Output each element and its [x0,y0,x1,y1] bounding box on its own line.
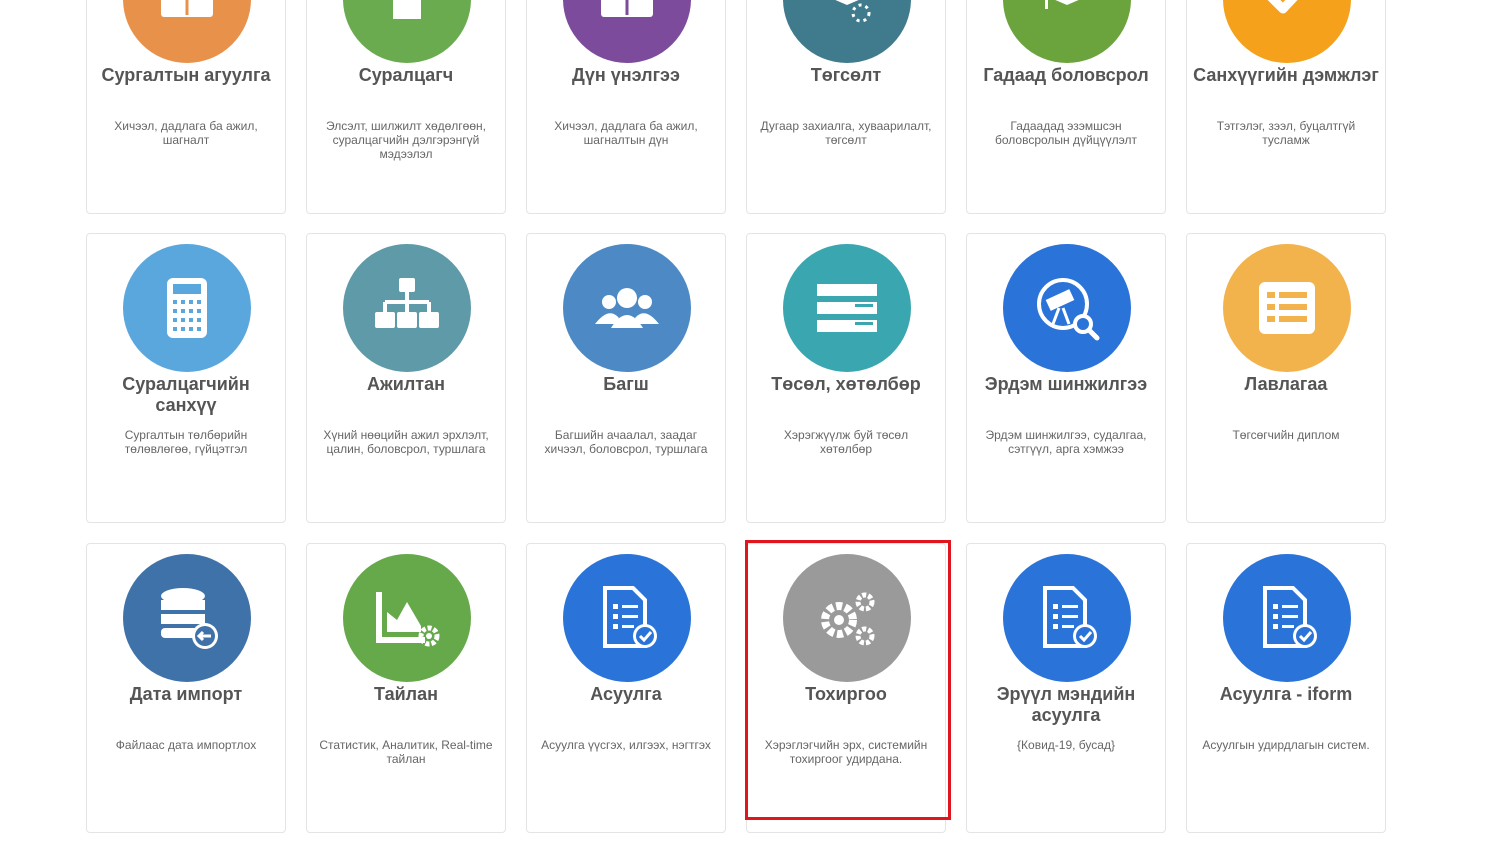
module-title: Эрүүл мэндийн асуулга [996,684,1136,725]
grade-book-icon [563,0,691,63]
module-title: Ажилтан [367,374,445,394]
module-title: Төгсөлт [810,65,882,85]
module-title: Санхүүгийн дэмжлэг [1193,65,1379,85]
module-tile[interactable]: Эрүүл мэндийн асуулга {Ковид-19, бусад} [966,543,1166,833]
survey-check-icon [563,554,691,682]
module-tile[interactable]: Тохиргоо Хэрэглэгчийн эрх, системийн тохи… [746,543,946,833]
org-chart-icon [343,244,471,372]
chart-gear-icon [343,554,471,682]
module-description: Багшийн ачаалал, заадаг хичээл, боловсро… [544,428,708,456]
module-tile[interactable]: Төгсөлт Дугаар захиалга, хуваарилалт, төг… [746,0,946,214]
module-title: Суралцагчийн санхүү [122,374,250,415]
module-title: Тайлан [374,684,438,704]
gears-icon [783,554,911,682]
list-bars-icon [783,244,911,372]
module-description: Асуулга үүсгэх, илгээх, нэгтгэх [541,738,711,752]
graduation-icon [783,0,911,63]
module-tile[interactable]: Санхүүгийн дэмжлэг Тэтгэлэг, зээл, буцалт… [1186,0,1386,214]
module-grid: Сургалтын агуулга Хичээл, дадлага ба ажил… [0,0,1498,847]
module-description: Гадаадад эзэмшсэн боловсролын дүйцүүлэлт [995,119,1137,147]
globe-graduation-icon [1003,0,1131,63]
module-description: Тэтгэлэг, зээл, буцалтгүй тусламж [1216,119,1356,147]
module-tile[interactable]: Дүн үнэлгээ Хичээл, дадлага ба ажил, шагн… [526,0,726,214]
module-title: Сургалтын агуулга [101,65,271,85]
module-title: Тохиргоо [805,684,887,704]
module-description: Асуулгын удирдлагын систем. [1202,738,1370,752]
module-description: Хэрэгжүүлж буй төсөл хөтөлбөр [783,428,909,456]
student-icon [343,0,471,63]
users-icon [563,244,691,372]
module-title: Багш [603,374,649,394]
module-tile[interactable]: Гадаад боловсрол Гадаадад эзэмшсэн боловс… [966,0,1166,214]
module-description: Файлаас дата импортлох [115,738,257,752]
module-title: Суралцагч [358,65,454,85]
module-title: Эрдэм шинжилгээ [984,374,1148,394]
calculator-icon [123,244,251,372]
module-tile[interactable]: Сургалтын агуулга Хичээл, дадлага ба ажил… [86,0,286,214]
module-description: Эрдэм шинжилгээ, судалгаа, сэтгүүл, арга… [985,428,1147,456]
module-description: Сургалтын төлбөрийн төлөвлөгөө, гүйцэтгэ… [124,428,248,456]
module-tile[interactable]: Эрдэм шинжилгээ Эрдэм шинжилгээ, судалгаа… [966,233,1166,523]
module-description: Дугаар захиалга, хуваарилалт, төгсөлт [760,119,932,147]
module-tile[interactable]: Лавлагаа Төгсөгчийн диплом [1186,233,1386,523]
module-title: Лавлагаа [1244,374,1328,394]
module-tile[interactable]: Төсөл, хөтөлбөр Хэрэгжүүлж буй төсөл хөтө… [746,233,946,523]
module-description: {Ковид-19, бусад} [1017,738,1115,752]
module-tile[interactable]: Суралцагчийн санхүү Сургалтын төлбөрийн т… [86,233,286,523]
module-tile[interactable]: Асуулга Асуулга үүсгэх, илгээх, нэгтгэх [526,543,726,833]
module-description: Статистик, Аналитик, Real-time тайлан [319,738,493,766]
module-title: Асуулга [590,684,662,704]
module-tile[interactable]: Асуулга - iform Асуулгын удирдлагын систе… [1186,543,1386,833]
module-title: Дүн үнэлгээ [572,65,680,85]
telescope-search-icon [1003,244,1131,372]
module-title: Төсөл, хөтөлбөр [771,374,921,394]
module-description: Хичээл, дадлага ба ажил, шагналтын дүн [554,119,698,147]
module-description: Хэрэглэгчийн эрх, системийн тохиргоог уд… [764,738,928,766]
document-list-icon [1223,244,1351,372]
module-description: Хичээл, дадлага ба ажил, шагналт [114,119,258,147]
module-tile[interactable]: Суралцагч Элсэлт, шилжилт хөдөлгөөн, сура… [306,0,506,214]
checkmark-icon [1223,0,1351,63]
module-description: Төгсөгчийн диплом [1232,428,1340,442]
book-icon [123,0,251,63]
module-tile[interactable]: Дата импорт Файлаас дата импортлох [86,543,286,833]
module-title: Дата импорт [129,684,243,704]
module-title: Асуулга - iform [1219,684,1353,704]
module-tile[interactable]: Ажилтан Хүний нөөцийн ажил эрхлэлт, цалин… [306,233,506,523]
survey-check-icon [1223,554,1351,682]
module-description: Хүний нөөцийн ажил эрхлэлт, цалин, болов… [323,428,489,456]
database-import-icon [123,554,251,682]
module-description: Элсэлт, шилжилт хөдөлгөөн, суралцагчийн … [326,119,486,161]
module-title: Гадаад боловсрол [983,65,1149,85]
module-tile[interactable]: Тайлан Статистик, Аналитик, Real-time тай… [306,543,506,833]
module-tile[interactable]: Багш Багшийн ачаалал, заадаг хичээл, боло… [526,233,726,523]
survey-check-icon [1003,554,1131,682]
